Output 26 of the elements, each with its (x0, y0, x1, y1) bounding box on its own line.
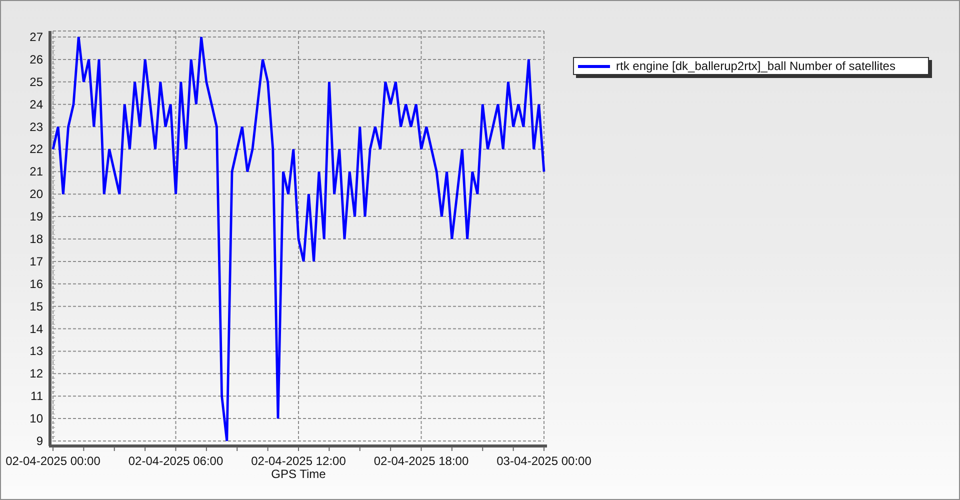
axis-tick-label: 20 (30, 187, 43, 202)
axis-tick-label: 14 (30, 322, 43, 336)
axis-tick-label: 02-04-2025 12:00 (251, 454, 346, 468)
axis-tick-label: 23 (30, 120, 43, 134)
axis-tick-label: 19 (30, 210, 43, 224)
axis-tick-label: 02-04-2025 18:00 (374, 454, 469, 468)
axis-tick-label: 13 (30, 344, 43, 358)
axis-tick-label: 02-04-2025 06:00 (128, 454, 224, 468)
axis-tick-label: 12 (30, 366, 43, 381)
axis-tick-label: 25 (30, 74, 43, 89)
axis-tick-label: 02-04-2025 00:00 (6, 454, 100, 468)
axis-tick-label: 10 (30, 412, 43, 426)
legend-label: rtk engine [dk_ballerup2rtx]_ball Number of satellites (616, 59, 896, 73)
axis-tick-label: 16 (30, 276, 43, 291)
axis-tick-label: 11 (30, 389, 43, 404)
axis-tick-label: 27 (30, 30, 43, 44)
axis-tick-label: 26 (30, 52, 43, 66)
axis-tick-label: 9 (36, 434, 43, 448)
axis-tick-label: 18 (30, 232, 43, 246)
axis-tick-label: 24 (30, 97, 43, 112)
axis-tick-label: 22 (30, 142, 43, 156)
axis-title: GPS Time (271, 467, 326, 481)
axis-tick-label: 21 (30, 164, 43, 179)
axis-tick-label: 17 (30, 254, 43, 268)
axis-tick-label: 03-04-2025 00:00 (496, 454, 592, 468)
axis-tick-label: 15 (30, 299, 43, 314)
